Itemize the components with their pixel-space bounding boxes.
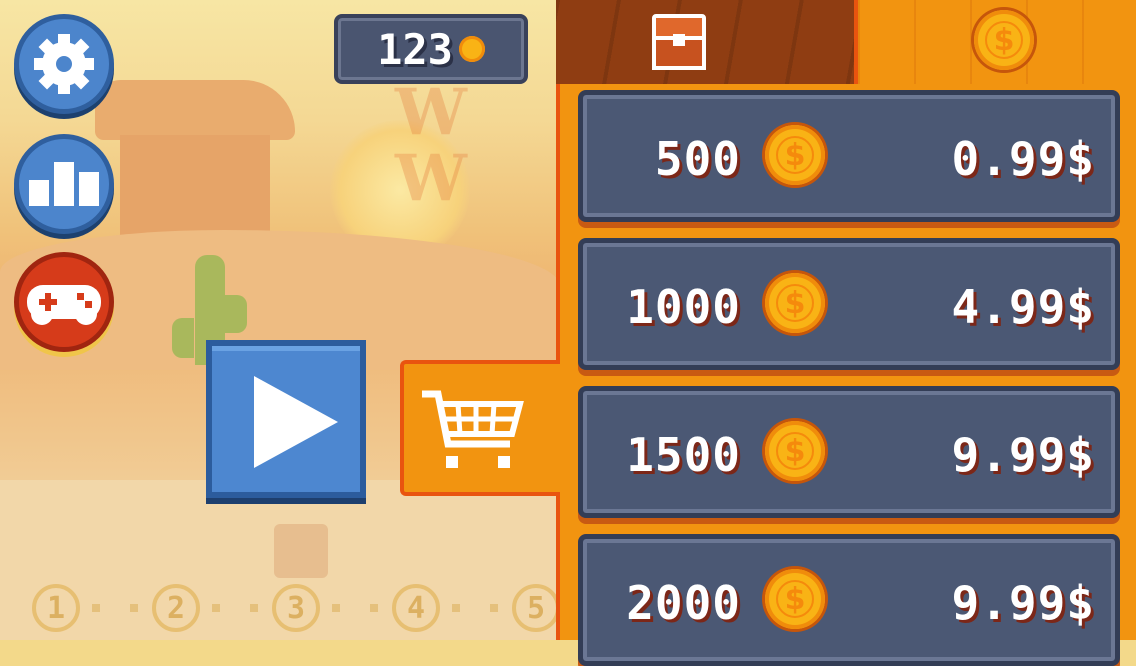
shopping-cart-icon — [422, 390, 524, 468]
leaderboard-button[interactable] — [14, 134, 114, 234]
coin-icon: $ — [765, 569, 825, 629]
coin-offer-2000[interactable]: 2000 $ 9.99$ — [578, 534, 1120, 666]
level-connector — [250, 604, 258, 612]
coin-icon: $ — [765, 125, 825, 185]
coin-offer-1500[interactable]: 1500 $ 9.99$ — [578, 386, 1120, 518]
coin-offer-1000[interactable]: 1000 $ 4.99$ — [578, 238, 1120, 370]
coin-count: 123 — [377, 24, 453, 74]
level-connector — [452, 604, 460, 612]
gear-icon — [34, 34, 94, 94]
coin-counter: 123 — [334, 14, 528, 84]
game-logo-watermark: W W — [395, 75, 469, 216]
offer-amount: 1000 — [626, 280, 741, 334]
level-2-button[interactable]: 2 — [152, 584, 200, 632]
play-icon — [254, 376, 338, 468]
level-connector — [92, 604, 100, 612]
tab-coins[interactable]: $ — [854, 0, 1136, 84]
games-button[interactable] — [14, 252, 114, 352]
offer-price: 0.99$ — [951, 132, 1095, 186]
offer-price: 9.99$ — [951, 428, 1095, 482]
cactus-arm — [225, 295, 247, 333]
settings-button[interactable] — [14, 14, 114, 114]
character-icon — [274, 524, 328, 578]
dollar-coin-icon: $ — [974, 10, 1034, 70]
coin-icon: $ — [765, 421, 825, 481]
offer-amount: 1500 — [626, 428, 741, 482]
play-button[interactable] — [206, 340, 366, 498]
level-connector — [490, 604, 498, 612]
offer-price: 4.99$ — [951, 280, 1095, 334]
mesa-rock — [120, 135, 270, 245]
offer-price: 9.99$ — [951, 576, 1095, 630]
offer-amount: 500 — [654, 132, 741, 186]
gamepad-icon — [27, 279, 101, 325]
mesa-rock — [95, 80, 295, 140]
cactus-arm — [172, 318, 194, 358]
tab-items[interactable] — [556, 0, 854, 84]
coin-icon — [458, 36, 485, 62]
coin-icon: $ — [765, 273, 825, 333]
level-connector — [370, 604, 378, 612]
level-3-button[interactable]: 3 — [272, 584, 320, 632]
treasure-chest-icon — [652, 14, 706, 70]
level-connector — [332, 604, 340, 612]
level-connector — [130, 604, 138, 612]
level-4-button[interactable]: 4 — [392, 584, 440, 632]
level-5-button[interactable]: 5 — [512, 584, 560, 632]
level-connector — [212, 604, 220, 612]
offer-amount: 2000 — [626, 576, 741, 630]
shop-toggle-tab[interactable] — [400, 360, 560, 496]
level-1-button[interactable]: 1 — [32, 584, 80, 632]
coin-offer-500[interactable]: 500 $ 0.99$ — [578, 90, 1120, 222]
bar-chart-icon — [29, 162, 99, 206]
